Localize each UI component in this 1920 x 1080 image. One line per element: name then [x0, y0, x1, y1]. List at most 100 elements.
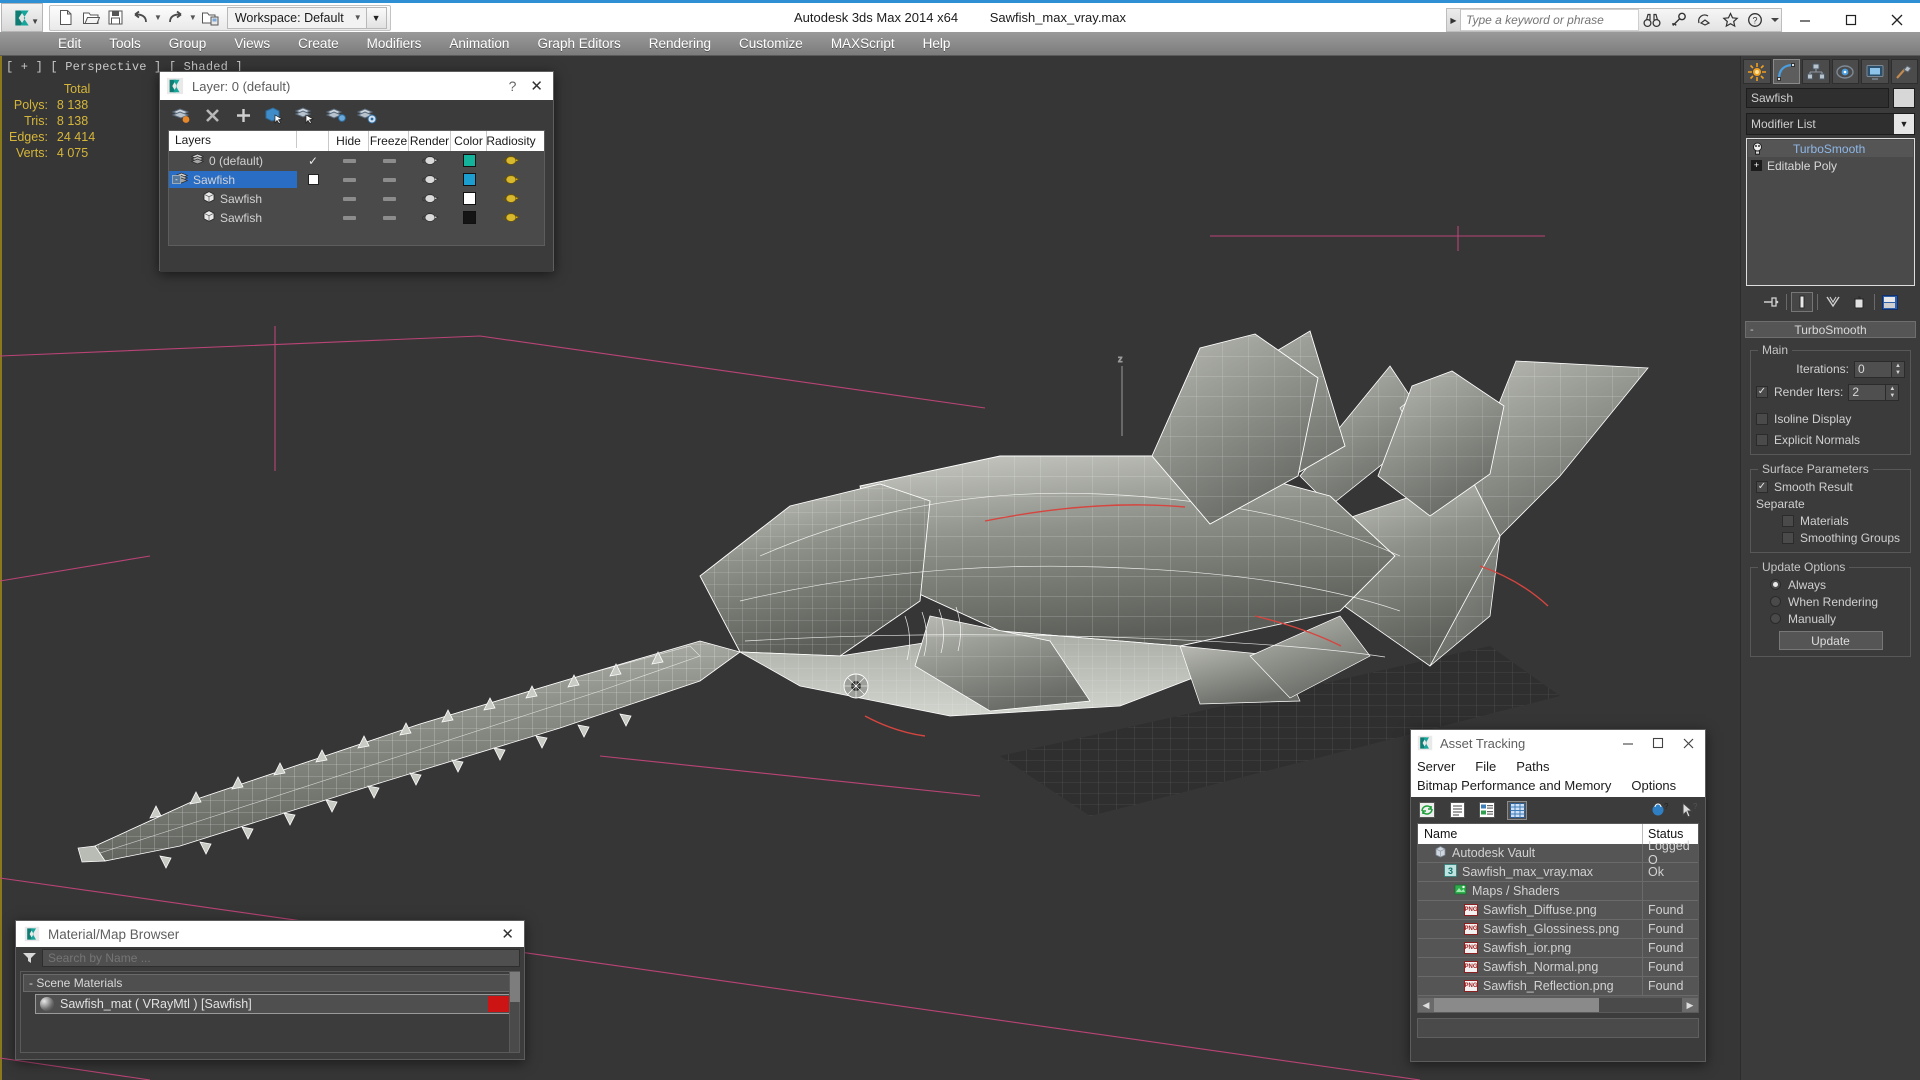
menu-modifiers[interactable]: Modifiers: [353, 34, 436, 53]
workspace-selector[interactable]: Workspace: Default ▼: [226, 6, 367, 29]
material-map-browser[interactable]: Material/Map Browser ✕ - Scene Materials…: [15, 920, 525, 1060]
tab-utilities[interactable]: [1890, 59, 1918, 84]
asset-tracking-titlebar[interactable]: Asset Tracking: [1411, 730, 1705, 756]
menu-graph-editors[interactable]: Graph Editors: [523, 34, 634, 53]
list-view-icon[interactable]: [1447, 801, 1467, 820]
render-iters-checkbox[interactable]: [1756, 386, 1768, 398]
layer-row[interactable]: Sawfish: [169, 208, 544, 227]
render-iters-spinner[interactable]: ▲▼: [1848, 383, 1900, 401]
layer-name-cell[interactable]: 0 (default): [169, 152, 297, 169]
tab-create[interactable]: [1743, 59, 1771, 84]
menu-tools[interactable]: Tools: [95, 34, 155, 53]
layer-dialog-close-button[interactable]: ✕: [530, 77, 547, 95]
save-file-button[interactable]: [103, 7, 128, 29]
layer-color-swatch[interactable]: [462, 211, 476, 224]
update-when-rendering-radio[interactable]: [1770, 596, 1781, 607]
layer-row[interactable]: Sawfish: [169, 189, 544, 208]
asset-list-body[interactable]: Autodesk Vault Logged O 3 Sawfish_max_vray.…: [1418, 839, 1698, 996]
menu-edit[interactable]: Edit: [44, 34, 95, 53]
menu-group[interactable]: Group: [155, 34, 221, 53]
communication-center-icon[interactable]: [1691, 9, 1717, 32]
layer-hide-cell[interactable]: [329, 158, 369, 163]
update-always-row[interactable]: Always: [1756, 576, 1905, 593]
layer-freeze-cell[interactable]: [369, 196, 409, 201]
asset-name-cell[interactable]: PNG Sawfish_Normal.png: [1418, 958, 1643, 976]
tab-hierarchy[interactable]: [1802, 59, 1830, 84]
asset-name-cell[interactable]: PNG Sawfish_Reflection.png: [1418, 977, 1643, 995]
create-new-layer-icon[interactable]: [170, 104, 192, 126]
asset-horizontal-scrollbar[interactable]: ◀ ▶: [1417, 997, 1699, 1013]
layer-hide-cell[interactable]: [329, 177, 369, 182]
infocenter-expand-icon[interactable]: ▶: [1447, 9, 1461, 31]
layer-color-cell[interactable]: [451, 173, 487, 186]
material-browser-list[interactable]: - Scene Materials Sawfish_mat ( VRayMtl …: [20, 971, 520, 1053]
update-always-radio[interactable]: [1770, 579, 1781, 590]
update-manually-radio[interactable]: [1770, 613, 1781, 624]
menu-animation[interactable]: Animation: [435, 34, 523, 53]
asset-row[interactable]: PNG Sawfish_ior.png Found: [1418, 939, 1698, 958]
layer-properties-icon[interactable]: [356, 104, 378, 126]
tab-display[interactable]: [1861, 59, 1889, 84]
layer-radiosity-cell[interactable]: [487, 172, 535, 188]
material-scroll-thumb[interactable]: [510, 972, 520, 1002]
refresh-icon[interactable]: [1417, 801, 1437, 820]
menu-views[interactable]: Views: [220, 34, 284, 53]
layer-radiosity-cell[interactable]: [487, 210, 535, 226]
asset-menu-server[interactable]: Server: [1417, 757, 1455, 776]
undo-dropdown-caret-icon[interactable]: ▼: [153, 13, 163, 22]
layer-render-cell[interactable]: [409, 210, 451, 226]
layer-hide-cell[interactable]: [329, 196, 369, 201]
menu-customize[interactable]: Customize: [725, 34, 817, 53]
menu-maxscript[interactable]: MAXScript: [817, 34, 909, 53]
modifier-list-dropdown[interactable]: Modifier List ▼: [1746, 113, 1915, 135]
material-browser-close-button[interactable]: ✕: [501, 925, 520, 943]
maximize-button[interactable]: [1828, 6, 1874, 34]
layer-freeze-cell[interactable]: [369, 177, 409, 182]
separate-materials-row[interactable]: Materials: [1756, 512, 1905, 529]
redo-dropdown-caret-icon[interactable]: ▼: [188, 13, 198, 22]
separate-smoothing-groups-row[interactable]: Smoothing Groups: [1756, 529, 1905, 546]
layer-active-cell[interactable]: ✓: [297, 154, 329, 168]
iterations-spin-buttons[interactable]: ▲ ▼: [1892, 360, 1905, 378]
asset-menu-bitmap-performance[interactable]: Bitmap Performance and Memory: [1417, 776, 1611, 795]
asset-row[interactable]: Autodesk Vault Logged O: [1418, 839, 1698, 867]
help-asset-icon[interactable]: ?: [1649, 801, 1669, 820]
update-button[interactable]: Update: [1778, 631, 1883, 650]
select-layer-icon[interactable]: [294, 104, 316, 126]
asset-name-cell[interactable]: PNG Sawfish_Diffuse.png: [1418, 901, 1643, 919]
remove-modifier-icon[interactable]: [1848, 292, 1870, 312]
asset-row[interactable]: 3 Sawfish_max_vray.max Ok: [1418, 863, 1698, 882]
search-binoculars-icon[interactable]: [1639, 9, 1665, 32]
menu-help[interactable]: Help: [909, 34, 965, 53]
modifier-stack[interactable]: TurboSmooth + Editable Poly: [1746, 138, 1915, 286]
material-search-input[interactable]: [42, 949, 520, 967]
scroll-left-arrow-icon[interactable]: ◀: [1418, 998, 1434, 1012]
close-button[interactable]: [1874, 6, 1920, 34]
scroll-right-arrow-icon[interactable]: ▶: [1682, 998, 1698, 1012]
configure-modifier-sets-icon[interactable]: [1879, 292, 1901, 312]
pin-stack-icon[interactable]: [1760, 292, 1782, 312]
asset-menu-paths[interactable]: Paths: [1516, 757, 1549, 776]
search-input[interactable]: [1461, 9, 1639, 31]
layer-render-cell[interactable]: [409, 191, 451, 207]
material-list-item[interactable]: Sawfish_mat ( VRayMtl ) [Sawfish]: [35, 994, 517, 1014]
asset-name-cell[interactable]: PNG Sawfish_ior.png: [1418, 939, 1643, 957]
object-color-swatch[interactable]: [1893, 88, 1915, 108]
active-layer-box-icon[interactable]: [307, 174, 319, 185]
redo-button[interactable]: [163, 7, 188, 29]
menu-create[interactable]: Create: [284, 34, 353, 53]
iterations-spinner[interactable]: ▲▼: [1854, 360, 1905, 378]
grid-view-icon[interactable]: [1507, 800, 1527, 820]
layer-color-cell[interactable]: [451, 192, 487, 205]
layer-name-cell[interactable]: Sawfish: [169, 190, 297, 207]
layer-color-swatch[interactable]: [462, 192, 476, 205]
layer-color-cell[interactable]: [451, 211, 487, 224]
asset-close-button[interactable]: [1673, 731, 1703, 755]
stack-item-turbosmooth[interactable]: TurboSmooth: [1748, 140, 1913, 157]
layer-active-cell[interactable]: [297, 174, 329, 185]
asset-menu-file[interactable]: File: [1475, 757, 1496, 776]
help-button[interactable]: ?: [1743, 9, 1769, 32]
stack-item-editable-poly[interactable]: + Editable Poly: [1748, 157, 1913, 174]
select-objects-in-layer-icon[interactable]: [263, 104, 285, 126]
make-unique-icon[interactable]: [1822, 292, 1844, 312]
